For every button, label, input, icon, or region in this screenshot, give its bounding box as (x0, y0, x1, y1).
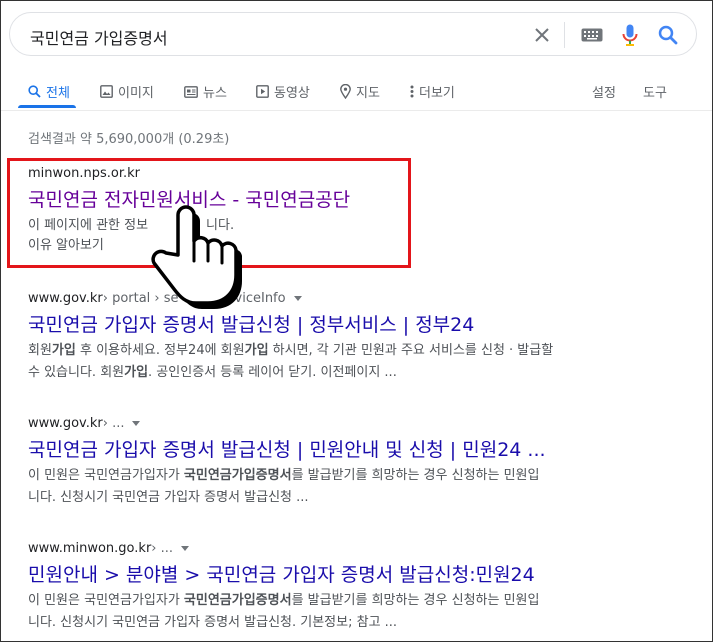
search-result: www.minwon.go.kr › ... 민원안내 > 분야별 > 국민연금… (28, 541, 638, 634)
search-result: www.gov.kr › ... 국민연금 가입자 증명서 발급신청 | 민원안… (28, 416, 638, 509)
snippet-text: 하시면, 각 기관 민원과 주요 서비스를 신청 · 발급할 (268, 343, 554, 358)
chevron-down-icon[interactable] (293, 296, 302, 301)
tab-all[interactable]: 전체 (28, 82, 70, 101)
tab-images[interactable]: 이미지 (100, 82, 154, 101)
tab-label: 지도 (356, 86, 380, 101)
map-pin-icon (340, 84, 351, 99)
snippet-text: 이 민원은 국민연금가입자가 (28, 468, 184, 483)
result-domain: www.gov.kr (28, 291, 103, 306)
snippet-text: 를 발급받기를 희망하는 경우 신청하는 민원입 (291, 593, 540, 608)
snippet-bold: 국민연금가입증명서 (183, 593, 292, 608)
snippet-text: 수 있습니다. 회원 (28, 365, 125, 380)
search-tabs: 전체 이미지 뉴스 동영상 지도 더보기 설정 도구 (0, 70, 713, 111)
search-icon (28, 85, 41, 98)
snippet-bold: 가입 (124, 365, 149, 380)
more-vert-icon (410, 85, 414, 98)
tab-maps[interactable]: 지도 (340, 82, 380, 101)
hand-pointer-icon (148, 205, 248, 317)
tab-tools[interactable]: 도구 (643, 82, 667, 101)
tab-label: 설정 (592, 86, 616, 101)
result-domain: www.gov.kr (28, 416, 103, 431)
result-domain: www.minwon.go.kr (28, 541, 152, 556)
result-url[interactable]: www.gov.kr › portal › se viceInfo (28, 291, 638, 306)
snippet-text: 니다. 신청시기 국민연금 가입자 증명서 발급신청 ... (28, 490, 309, 505)
result-url[interactable]: www.minwon.go.kr › ... (28, 541, 638, 556)
snippet-bold: 가입 (244, 343, 269, 358)
tab-label: 더보기 (419, 86, 455, 101)
chevron-down-icon[interactable] (132, 421, 141, 426)
tab-settings[interactable]: 설정 (592, 82, 616, 101)
snippet-text: 후 이용하세요. 정부24에 회원 (75, 343, 245, 358)
tab-label: 전체 (46, 86, 70, 101)
chevron-down-icon[interactable] (181, 546, 190, 551)
keyboard-icon[interactable] (580, 23, 604, 47)
tab-news[interactable]: 뉴스 (184, 82, 227, 101)
result-snippet: 회원가입 후 이용하세요. 정부24에 회원가입 하시면, 각 기관 민원과 주… (28, 340, 638, 384)
tab-videos[interactable]: 동영상 (256, 82, 310, 101)
snippet-text: 회원 (28, 343, 52, 358)
tab-label: 동영상 (274, 86, 310, 101)
result-snippet: 이 민원은 국민연금가입자가 국민연금가입증명서를 발급받기를 희망하는 경우 … (28, 590, 638, 634)
snippet-text: 이 민원은 국민연금가입자가 (28, 593, 184, 608)
snippet-text: 니다. 신청시기 국민연금 가입자 증명서 발급신청. 기본정보; 참고 ... (28, 615, 398, 630)
result-url[interactable]: www.gov.kr › ... (28, 416, 638, 431)
result-stats: 검색결과 약 5,690,000개 (0.29초) (28, 132, 230, 147)
image-icon (100, 85, 113, 98)
result-path: › ... (151, 541, 174, 556)
active-tab-indicator (18, 105, 76, 108)
result-snippet: 이 민원은 국민연금가입자가 국민연금가입증명서를 발급받기를 희망하는 경우 … (28, 465, 638, 509)
divider (564, 22, 565, 48)
tab-label: 뉴스 (203, 86, 227, 101)
search-icon[interactable] (656, 23, 680, 47)
newspaper-icon (184, 85, 198, 98)
snippet-bold: 국민연금가입증명서 (183, 468, 292, 483)
search-result: www.gov.kr › portal › se viceInfo 국민연금 가입… (28, 291, 638, 384)
result-path: › ... (102, 416, 125, 431)
tab-more[interactable]: 더보기 (410, 82, 455, 101)
tab-label: 도구 (643, 86, 667, 101)
play-icon (256, 85, 269, 98)
search-bar[interactable]: 국민연금 가입증명서 (9, 12, 697, 56)
microphone-icon[interactable] (618, 23, 642, 47)
result-title[interactable]: 국민연금 가입자 증명서 발급신청 | 민원안내 및 신청 | 민원24 ... (28, 435, 638, 462)
snippet-text: 를 발급받기를 희망하는 경우 신청하는 민원입 (291, 468, 540, 483)
snippet-text: . 공인인증서 등록 레이어 닫기. 이전페이지 ... (148, 365, 397, 380)
close-icon[interactable] (530, 23, 554, 47)
result-title[interactable]: 민원안내 > 분야별 > 국민연금 가입자 증명서 발급신청:민원24 (28, 560, 638, 587)
tab-label: 이미지 (118, 86, 154, 101)
search-input[interactable]: 국민연금 가입증명서 (30, 25, 168, 49)
snippet-bold: 가입 (51, 343, 76, 358)
result-title[interactable]: 국민연금 가입자 증명서 발급신청 | 정부서비스 | 정부24 (28, 310, 638, 337)
